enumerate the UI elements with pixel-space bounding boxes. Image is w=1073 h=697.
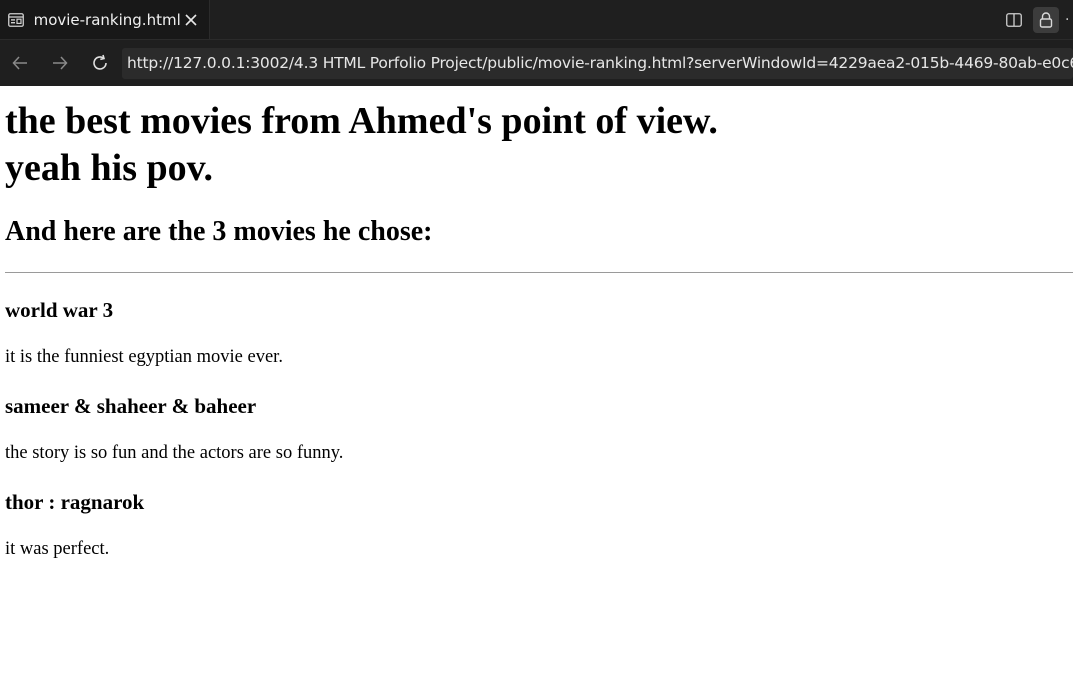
address-bar[interactable]: http://127.0.0.1:3002/4.3 HTML Porfolio … xyxy=(122,47,1073,79)
back-arrow-icon[interactable] xyxy=(0,47,40,79)
more-icon[interactable]: · xyxy=(1065,7,1073,33)
browser-tab[interactable]: movie-ranking.html xyxy=(0,0,210,39)
divider xyxy=(5,272,1073,273)
tab-strip: movie-ranking.html · xyxy=(0,0,1073,39)
page-title: the best movies from Ahmed's point of vi… xyxy=(5,98,1073,192)
movie-title: sameer & shaheer & baheer xyxy=(5,394,257,418)
url-text: http://127.0.0.1:3002/4.3 HTML Porfolio … xyxy=(127,54,1073,72)
movie-title: thor : ragnarok xyxy=(5,490,145,514)
page-title-line-2: yeah his pov. xyxy=(5,147,214,189)
movie-description: it is the funniest egyptian movie ever. xyxy=(5,347,283,367)
movie-description: it was perfect. xyxy=(5,539,110,559)
forward-arrow-icon[interactable] xyxy=(40,47,80,79)
close-icon[interactable] xyxy=(181,9,201,31)
tab-actions: · xyxy=(1001,0,1073,39)
tab-title: movie-ranking.html xyxy=(33,10,181,29)
page-content: the best movies from Ahmed's point of vi… xyxy=(0,98,1073,560)
browser-chrome: movie-ranking.html · http://127.0.0.1:30… xyxy=(0,0,1073,86)
lock-icon[interactable] xyxy=(1033,6,1059,33)
movie-title: world war 3 xyxy=(5,298,114,322)
movies-intro-heading: And here are the 3 movies he chose: xyxy=(5,216,433,247)
page-icon xyxy=(8,12,25,28)
reload-icon[interactable] xyxy=(80,47,120,79)
split-view-icon[interactable] xyxy=(1001,7,1027,33)
navigation-bar: http://127.0.0.1:3002/4.3 HTML Porfolio … xyxy=(0,39,1073,86)
movie-description: the story is so fun and the actors are s… xyxy=(5,443,344,463)
page-title-line-1: the best movies from Ahmed's point of vi… xyxy=(5,100,718,142)
